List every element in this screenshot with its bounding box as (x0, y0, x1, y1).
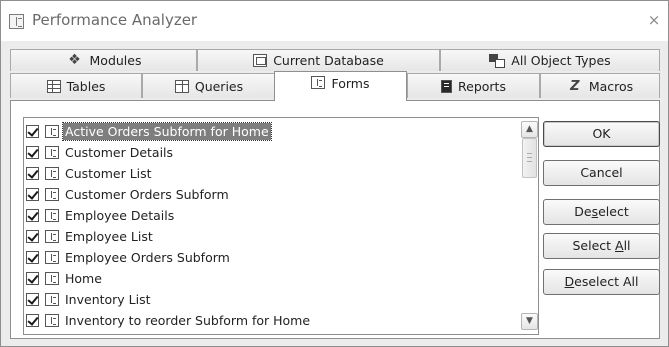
title-bar: Performance Analyzer × (1, 1, 668, 41)
list-item[interactable]: Employee Details (26, 205, 516, 226)
list-item[interactable]: Inventory List (26, 289, 516, 310)
select-all-button[interactable]: Select All (543, 233, 660, 259)
database-icon (253, 54, 268, 67)
ok-button[interactable]: OK (543, 121, 660, 147)
form-icon (45, 251, 59, 264)
tab-reports[interactable]: Reports (407, 73, 540, 98)
item-label: Customer Details (65, 145, 174, 160)
item-checkbox[interactable] (26, 167, 39, 180)
tab-label: Current Database (273, 53, 384, 68)
performance-analyzer-dialog: Performance Analyzer × ❖ Modules Current… (0, 0, 669, 347)
form-icon (45, 314, 59, 327)
form-icon (45, 125, 59, 138)
modules-icon: ❖ (68, 52, 81, 68)
list-scrollbar[interactable]: ▲ ▼ (519, 118, 538, 334)
form-icon (45, 272, 59, 285)
tab-all-object-types[interactable]: All Object Types (440, 49, 660, 71)
access-key: A (615, 238, 624, 253)
item-checkbox[interactable] (26, 125, 39, 138)
form-icon (9, 14, 24, 29)
list-item[interactable]: Inventory to reorder Subform for Home (26, 310, 516, 331)
tab-label: Forms (331, 76, 370, 91)
scroll-up-button[interactable]: ▲ (521, 121, 538, 138)
item-checkbox[interactable] (26, 251, 39, 264)
item-checkbox[interactable] (26, 272, 39, 285)
all-object-types-icon (489, 54, 506, 68)
list-item[interactable]: Home (26, 268, 516, 289)
tab-label: All Object Types (511, 53, 611, 68)
item-checkbox[interactable] (26, 188, 39, 201)
scroll-down-button[interactable]: ▼ (521, 313, 538, 330)
item-checkbox[interactable] (26, 209, 39, 222)
tab-label: Macros (588, 78, 634, 94)
item-checkbox[interactable] (26, 293, 39, 306)
item-label: Customer Orders Subform (65, 187, 229, 202)
item-label: Inventory List (65, 292, 151, 307)
tab-queries[interactable]: Queries (142, 73, 276, 98)
form-icon (45, 188, 59, 201)
tab-forms[interactable]: Forms (274, 71, 407, 101)
tab-label: Reports (458, 78, 506, 94)
tab-tables[interactable]: Tables (10, 73, 142, 98)
form-icon (45, 167, 59, 180)
query-icon (174, 79, 189, 93)
table-icon (46, 79, 61, 93)
button-label-part: De (574, 204, 592, 219)
deselect-button[interactable]: Deselect (543, 199, 660, 225)
macro-icon: Z (570, 78, 580, 94)
item-label: Customer List (65, 166, 152, 181)
tab-macros[interactable]: Z Macros (540, 73, 660, 98)
form-icon (45, 146, 59, 159)
item-label: Employee Details (65, 208, 175, 223)
item-label: Home (65, 271, 102, 286)
button-label-part: ll (623, 238, 631, 253)
item-label: Inventory to reorder Subform for Home (65, 313, 311, 328)
item-label: Active Orders Subform for Home (62, 122, 272, 141)
chevron-up-icon: ▲ (526, 124, 533, 134)
chevron-down-icon: ▼ (526, 316, 533, 326)
tab-label: Queries (194, 78, 244, 94)
cancel-button[interactable]: Cancel (543, 160, 660, 186)
window-title: Performance Analyzer (32, 11, 198, 29)
tab-label: Modules (89, 53, 142, 68)
list-item[interactable]: Employee List (26, 226, 516, 247)
form-icon (311, 76, 326, 89)
item-checkbox[interactable] (26, 146, 39, 159)
list-item[interactable]: Customer List (26, 163, 516, 184)
form-icon (45, 209, 59, 222)
list-item[interactable]: Active Orders Subform for Home (26, 121, 516, 142)
list-item[interactable]: Customer Details (26, 142, 516, 163)
close-button[interactable]: × (646, 11, 662, 29)
forms-tab-panel: Active Orders Subform for Home Customer … (10, 100, 660, 339)
item-label: Employee List (65, 229, 153, 244)
form-icon (45, 230, 59, 243)
form-icon (45, 293, 59, 306)
forms-list[interactable]: Active Orders Subform for Home Customer … (23, 117, 539, 335)
button-label-part: eselect All (574, 274, 639, 289)
scroll-thumb[interactable] (522, 138, 537, 178)
item-checkbox[interactable] (26, 314, 39, 327)
tab-modules[interactable]: ❖ Modules (10, 49, 197, 71)
deselect-all-button[interactable]: Deselect All (543, 269, 660, 295)
tab-label: Tables (66, 78, 106, 94)
list-item[interactable]: Customer Orders Subform (26, 184, 516, 205)
item-checkbox[interactable] (26, 230, 39, 243)
item-label: Employee Orders Subform (65, 250, 230, 265)
report-icon (441, 79, 453, 93)
button-label-part: Select (572, 238, 616, 253)
access-key: D (564, 274, 575, 289)
list-item[interactable]: Employee Orders Subform (26, 247, 516, 268)
tab-current-database[interactable]: Current Database (197, 49, 440, 71)
button-label-part: elect (598, 204, 629, 219)
